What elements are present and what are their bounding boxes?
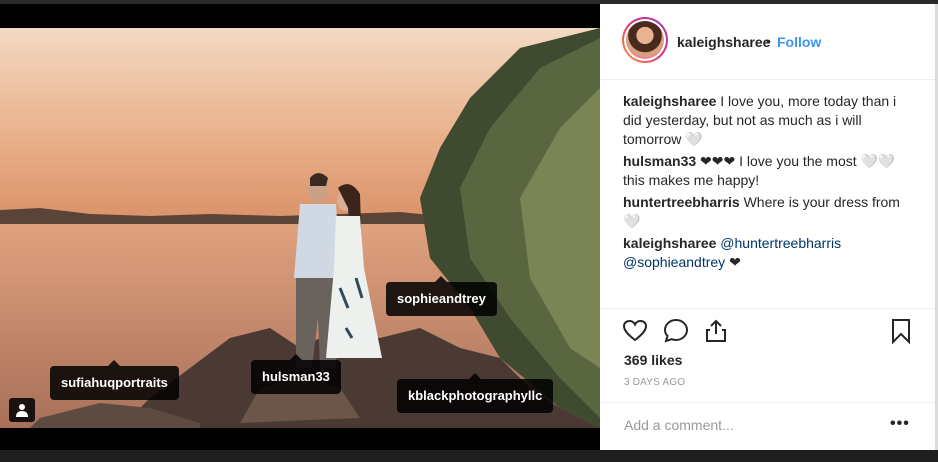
more-options-button[interactable]: ••• — [890, 415, 910, 433]
comment-list: kaleighsharee I love you, more today tha… — [623, 92, 917, 275]
like-count[interactable]: 369 likes — [624, 352, 682, 368]
header-separator: • — [766, 33, 771, 49]
person-icon — [16, 404, 28, 417]
like-button[interactable] — [622, 318, 648, 344]
speech-bubble-icon — [663, 318, 689, 343]
share-icon — [706, 319, 726, 342]
actions-divider — [600, 308, 935, 309]
post-header: kaleighsharee • Follow — [600, 4, 935, 80]
comment-item: huntertreebharris Where is your dress fr… — [623, 193, 917, 231]
bookmark-icon — [892, 319, 910, 345]
comment-button[interactable] — [663, 318, 689, 344]
photo-tag-kblackphotographyllc[interactable]: kblackphotographyllc — [397, 373, 554, 413]
post-side-panel: kaleighsharee • Follow kaleighsharee I l… — [600, 4, 938, 450]
save-button[interactable] — [888, 318, 914, 345]
comment-text: ❤ — [729, 254, 741, 270]
comment-input-divider — [600, 402, 935, 403]
follow-button[interactable]: Follow — [777, 34, 821, 50]
avatar[interactable] — [622, 17, 668, 63]
photo-tag-sufiahuqportraits[interactable]: sufiahuqportraits — [50, 360, 179, 400]
photo-tag-sophieandtrey[interactable]: sophieandtrey — [386, 276, 497, 316]
comment-item: kaleighsharee I love you, more today tha… — [623, 92, 917, 149]
background-feed-strip-bottom — [0, 450, 938, 462]
photo-tag-hulsman33[interactable]: hulsman33 — [251, 354, 341, 394]
add-comment-input[interactable]: Add a comment... — [624, 417, 734, 433]
comment-item: hulsman33 ❤❤❤ I love you the most 🤍🤍 thi… — [623, 152, 917, 190]
heart-icon — [622, 319, 648, 342]
comment-username[interactable]: kaleighsharee — [623, 93, 716, 109]
post-photo-panel: sophieandtrey sufiahuqportraits hulsman3… — [0, 4, 600, 450]
comment-username[interactable]: hulsman33 — [623, 153, 696, 169]
comment-username[interactable]: kaleighsharee — [623, 235, 716, 251]
comment-item: kaleighsharee @huntertreebharris @sophie… — [623, 234, 917, 272]
share-button[interactable] — [703, 318, 729, 344]
header-username[interactable]: kaleighsharee — [677, 34, 770, 50]
avatar-image — [626, 21, 664, 59]
comment-mention[interactable]: @sophieandtrey — [623, 254, 725, 270]
post-timestamp[interactable]: 3 DAYS AGO — [624, 377, 685, 388]
comment-mention[interactable]: @huntertreebharris — [720, 235, 841, 251]
comment-username[interactable]: huntertreebharris — [623, 194, 740, 210]
tagged-users-button[interactable] — [9, 398, 35, 422]
